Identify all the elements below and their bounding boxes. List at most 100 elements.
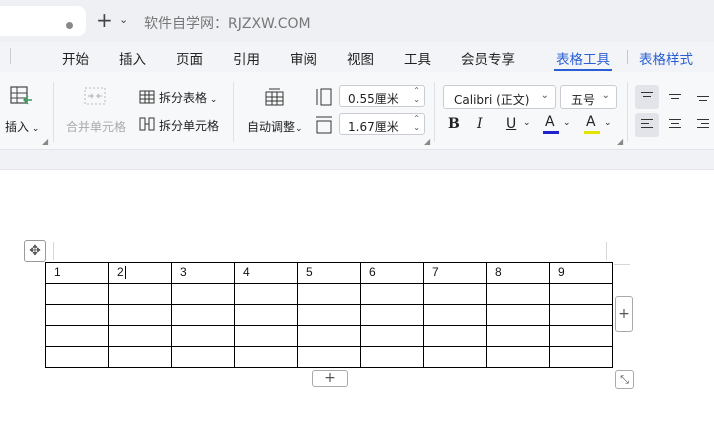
menu-table-tools[interactable]: 表格工具 — [556, 48, 610, 68]
underline-button[interactable]: U — [506, 116, 516, 132]
align-middle-button[interactable] — [663, 85, 687, 109]
bold-button[interactable]: B — [448, 116, 460, 132]
table-cell[interactable] — [423, 325, 487, 347]
chevron-down-icon[interactable]: ⌄ — [523, 118, 531, 128]
margin-guide — [614, 264, 630, 265]
insert-button[interactable]: 插入 ⌄ — [5, 118, 39, 135]
menu-references[interactable]: 引用 — [233, 48, 260, 68]
split-table-button[interactable]: 拆分表格 ⌄ — [159, 89, 217, 106]
stepper-arrows-icon[interactable]: ⌃ ⌄ — [413, 114, 420, 132]
table-cell[interactable] — [360, 283, 424, 305]
font-size-select[interactable]: 五号 ⌄ — [560, 85, 617, 109]
align-right-button[interactable] — [691, 113, 714, 137]
table-cell[interactable]: 3 — [171, 262, 235, 284]
italic-button[interactable]: I — [477, 116, 483, 132]
menu-view[interactable]: 视图 — [347, 48, 374, 68]
resize-table-icon[interactable]: ⤡ — [615, 370, 634, 389]
table-cell[interactable] — [171, 325, 235, 347]
table-cell[interactable] — [45, 304, 109, 326]
new-tab-dropdown-icon[interactable]: ⌄ — [119, 13, 128, 26]
stepper-arrows-icon[interactable]: ⌃ ⌄ — [413, 86, 420, 104]
table-cell[interactable] — [486, 283, 550, 305]
table-cell[interactable] — [297, 325, 361, 347]
table-cell[interactable] — [486, 325, 550, 347]
table-cell[interactable]: 6 — [360, 262, 424, 284]
table-cell[interactable] — [234, 304, 298, 326]
table-cell[interactable] — [234, 283, 298, 305]
table-cell[interactable] — [423, 304, 487, 326]
add-column-button[interactable]: + — [615, 296, 633, 332]
group-expand-icon[interactable]: ◢ — [424, 137, 430, 146]
table-cell[interactable] — [171, 304, 235, 326]
unsaved-dot-icon[interactable] — [66, 22, 73, 29]
table-cell[interactable] — [360, 304, 424, 326]
font-name-select[interactable]: Calibri (正文) ⌄ — [443, 85, 556, 109]
align-center-icon — [669, 119, 681, 131]
menu-member[interactable]: 会员专享 — [461, 48, 515, 68]
table-cell[interactable] — [423, 346, 487, 368]
table-cell[interactable] — [45, 346, 109, 368]
table-row: 1 2 3 4 5 6 7 8 9 — [45, 262, 613, 284]
table-cell[interactable]: 5 — [297, 262, 361, 284]
table-cell[interactable] — [486, 304, 550, 326]
menu-insert[interactable]: 插入 — [119, 48, 146, 68]
cell-text: 4 — [243, 265, 250, 279]
menu-tools[interactable]: 工具 — [404, 48, 431, 68]
add-row-button[interactable]: + — [312, 370, 348, 387]
font-color-button[interactable]: A — [545, 114, 555, 130]
table-cell[interactable] — [549, 346, 613, 368]
align-bottom-button[interactable] — [691, 85, 714, 109]
table-cell[interactable]: 2 — [108, 262, 172, 284]
table-cell[interactable] — [549, 325, 613, 347]
split-cells-button[interactable]: 拆分单元格 — [159, 117, 219, 134]
ribbon-divider — [233, 82, 234, 142]
table-cell[interactable] — [297, 304, 361, 326]
table-cell[interactable]: 7 — [423, 262, 487, 284]
highlight-button[interactable]: A — [586, 114, 596, 130]
insert-table-icon[interactable] — [10, 86, 34, 108]
table-cell[interactable] — [423, 283, 487, 305]
table-cell[interactable] — [171, 283, 235, 305]
menu-page[interactable]: 页面 — [176, 48, 203, 68]
table-cell[interactable]: 8 — [486, 262, 550, 284]
table-cell[interactable] — [486, 346, 550, 368]
align-top-button[interactable] — [635, 85, 659, 109]
document-tab[interactable] — [0, 6, 86, 36]
table-cell[interactable] — [549, 283, 613, 305]
group-expand-icon[interactable]: ◢ — [617, 137, 623, 146]
table-cell[interactable] — [108, 304, 172, 326]
table-cell[interactable]: 4 — [234, 262, 298, 284]
cell-text: 1 — [54, 265, 61, 279]
table-cell[interactable] — [108, 325, 172, 347]
merge-cells-button[interactable]: 合并单元格 — [66, 118, 126, 135]
table-cell[interactable] — [108, 283, 172, 305]
new-tab-button[interactable]: + — [96, 9, 113, 31]
table-cell[interactable] — [297, 283, 361, 305]
table-cell[interactable] — [360, 325, 424, 347]
table-move-handle-icon[interactable]: ✥ — [24, 240, 46, 262]
table-cell[interactable] — [45, 283, 109, 305]
menu-table-style[interactable]: 表格样式 — [639, 48, 693, 68]
align-center-button[interactable] — [663, 113, 687, 137]
table-cell[interactable] — [45, 325, 109, 347]
table-cell[interactable] — [549, 304, 613, 326]
table-cell[interactable] — [234, 346, 298, 368]
table-cell[interactable] — [108, 346, 172, 368]
table-cell[interactable] — [234, 325, 298, 347]
table-cell[interactable] — [171, 346, 235, 368]
align-middle-icon — [669, 94, 681, 102]
column-width-stepper[interactable]: 0.55厘米 ⌃ ⌄ — [339, 85, 425, 107]
group-expand-icon[interactable]: ◢ — [42, 137, 48, 146]
chevron-down-icon[interactable]: ⌄ — [563, 118, 571, 128]
table-cell[interactable]: 1 — [45, 262, 109, 284]
cell-text: 9 — [558, 265, 565, 279]
table-cell[interactable]: 9 — [549, 262, 613, 284]
align-left-button[interactable] — [635, 113, 659, 137]
chevron-down-icon[interactable]: ⌄ — [604, 118, 612, 128]
table-cell[interactable] — [297, 346, 361, 368]
menu-review[interactable]: 审阅 — [290, 48, 317, 68]
table-cell[interactable] — [360, 346, 424, 368]
menu-home[interactable]: 开始 — [62, 48, 89, 68]
row-height-stepper[interactable]: 1.67厘米 ⌃ ⌄ — [339, 113, 425, 135]
auto-adjust-button[interactable]: 自动调整⌄ — [247, 118, 303, 135]
